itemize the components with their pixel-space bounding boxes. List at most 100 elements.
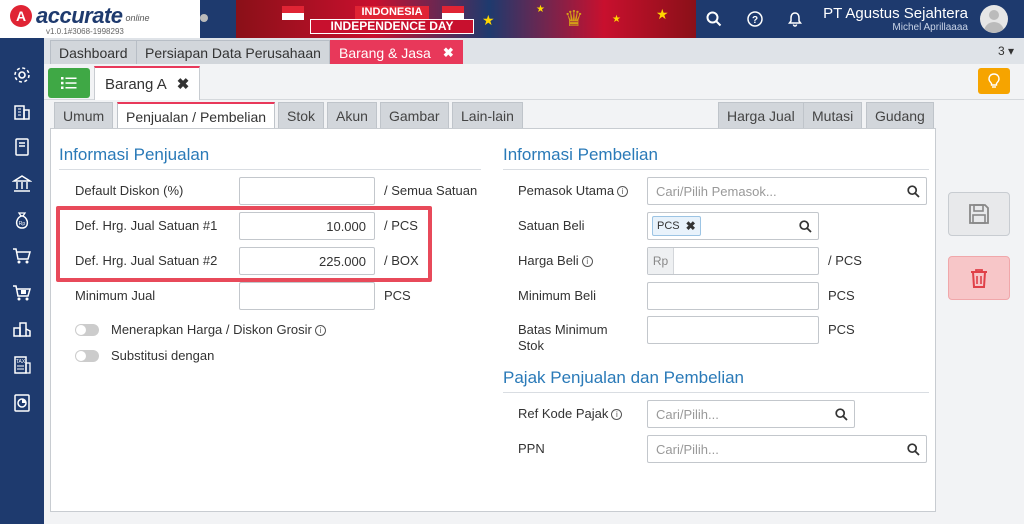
star-icon: ★ bbox=[482, 12, 495, 28]
minimum-jual-input[interactable] bbox=[239, 282, 375, 310]
star-icon: ★ bbox=[536, 4, 545, 15]
info-icon[interactable]: i bbox=[581, 256, 593, 267]
gear-icon[interactable] bbox=[10, 63, 34, 87]
cart-box-icon[interactable] bbox=[10, 281, 34, 305]
book-icon[interactable] bbox=[10, 135, 34, 159]
logo-text: accurate bbox=[36, 3, 123, 28]
label-minimum-beli: Minimum Beli bbox=[518, 288, 597, 303]
label-substitusi: Substitusi dengan bbox=[111, 348, 215, 363]
info-icon[interactable]: i bbox=[617, 186, 629, 197]
minimum-beli-input[interactable] bbox=[647, 282, 819, 310]
section-divider bbox=[59, 169, 481, 170]
label-default-diskon: Default Diskon (%) bbox=[75, 183, 184, 198]
search-icon bbox=[835, 408, 848, 421]
star-icon: ★ bbox=[656, 6, 669, 22]
flag-icon bbox=[282, 6, 304, 20]
delete-button[interactable] bbox=[948, 256, 1010, 300]
tab-count-dropdown[interactable]: 3 ▾ bbox=[998, 44, 1014, 58]
bank-icon[interactable] bbox=[10, 172, 34, 196]
app-version: v1.0.1#3068-1998293 bbox=[46, 27, 124, 36]
lightbulb-icon bbox=[988, 73, 1000, 88]
info-icon[interactable]: i bbox=[314, 325, 326, 336]
tab-akun[interactable]: Akun bbox=[327, 102, 377, 128]
list-icon bbox=[61, 77, 77, 89]
remove-chip-icon[interactable]: ✖ bbox=[686, 219, 696, 233]
building-icon[interactable] bbox=[10, 99, 34, 123]
satuan-beli-input[interactable]: PCS ✖ bbox=[647, 212, 819, 240]
bell-icon[interactable] bbox=[785, 9, 805, 29]
module-tabs: Dashboard Persiapan Data Perusahaan Bara… bbox=[44, 38, 1024, 64]
substitusi-toggle[interactable] bbox=[75, 350, 99, 362]
section-divider bbox=[503, 169, 929, 170]
save-button[interactable] bbox=[948, 192, 1010, 236]
section-title-pembelian: Informasi Pembelian bbox=[503, 145, 658, 164]
company-info[interactable]: PT Agustus Sejahtera Michel Aprillaaaa bbox=[823, 5, 968, 34]
floppy-icon bbox=[969, 204, 989, 224]
highlight-box bbox=[56, 206, 432, 282]
tab-umum[interactable]: Umum bbox=[54, 102, 114, 128]
tab-stok[interactable]: Stok bbox=[278, 102, 325, 128]
label-batas-minimum: Batas Minimum Stok bbox=[518, 322, 608, 353]
label-minimum-jual: Minimum Jual bbox=[75, 288, 156, 303]
main-content: Barang A ✖ Umum Penjualan / Pembelian St… bbox=[44, 64, 1024, 524]
svg-text:Rp: Rp bbox=[19, 221, 26, 227]
close-icon[interactable]: ✖ bbox=[443, 45, 454, 61]
label-harga-beli: Harga Beli i bbox=[518, 253, 593, 269]
user-name: Michel Aprillaaaa bbox=[892, 22, 968, 33]
tax-icon[interactable]: TAX bbox=[10, 353, 34, 377]
label-grosir: Menerapkan Harga / Diskon Grosir i bbox=[111, 322, 326, 338]
batas-minimum-suffix: PCS bbox=[828, 322, 855, 337]
money-bag-icon[interactable]: Rp bbox=[10, 208, 34, 232]
form-panel: Informasi Penjualan Default Diskon (%) /… bbox=[50, 128, 936, 512]
search-icon[interactable] bbox=[704, 9, 724, 29]
avatar[interactable] bbox=[980, 5, 1008, 33]
batas-minimum-input[interactable] bbox=[647, 316, 819, 344]
label-ref-kode-pajak: Ref Kode Pajak i bbox=[518, 406, 623, 422]
tip-button[interactable] bbox=[978, 68, 1010, 94]
subtabs: Umum Penjualan / Pembelian Stok Akun Gam… bbox=[44, 100, 1024, 129]
accurate-logo[interactable]: A accurate online v1.0.1#3068-1998293 bbox=[0, 0, 200, 38]
satuan-chip: PCS ✖ bbox=[652, 216, 701, 236]
tab-gambar[interactable]: Gambar bbox=[380, 102, 449, 128]
flag-icon bbox=[442, 6, 464, 20]
close-icon[interactable]: ✖ bbox=[177, 75, 190, 93]
help-icon[interactable]: ? bbox=[745, 9, 765, 29]
label-satuan-beli: Satuan Beli bbox=[518, 218, 585, 233]
grosir-toggle[interactable] bbox=[75, 324, 99, 336]
list-button[interactable] bbox=[48, 68, 90, 98]
ref-kode-pajak-input[interactable]: Cari/Pilih... bbox=[647, 400, 855, 428]
document-bar: Barang A ✖ bbox=[44, 64, 1024, 100]
section-title-pajak: Pajak Penjualan dan Pembelian bbox=[503, 368, 745, 387]
cart-icon[interactable] bbox=[10, 244, 34, 268]
harga-beli-input[interactable]: Rp bbox=[647, 247, 819, 275]
tab-penjualan-pembelian[interactable]: Penjualan / Pembelian bbox=[117, 102, 276, 129]
search-icon bbox=[799, 220, 812, 233]
search-icon bbox=[907, 443, 920, 456]
logo-subtext: online bbox=[125, 13, 150, 23]
inventory-icon[interactable] bbox=[10, 317, 34, 341]
harga-beli-suffix: / PCS bbox=[828, 253, 862, 268]
tab-mutasi[interactable]: Mutasi bbox=[803, 102, 863, 128]
tab-gudang[interactable]: Gudang bbox=[866, 102, 934, 128]
tab-lain-lain[interactable]: Lain-lain bbox=[452, 102, 523, 128]
tab-dashboard[interactable]: Dashboard bbox=[50, 40, 137, 64]
svg-text:TAX: TAX bbox=[16, 359, 26, 365]
label-pemasok: Pemasok Utama i bbox=[518, 183, 629, 199]
trash-icon bbox=[971, 269, 987, 288]
sidebar: Rp TAX bbox=[0, 38, 44, 524]
default-diskon-input[interactable] bbox=[239, 177, 375, 205]
tab-harga-jual[interactable]: Harga Jual bbox=[718, 102, 804, 128]
svg-text:?: ? bbox=[752, 15, 758, 26]
pemasok-input[interactable]: Cari/Pilih Pemasok... bbox=[647, 177, 927, 205]
tab-persiapan-data[interactable]: Persiapan Data Perusahaan bbox=[136, 40, 330, 64]
label-ppn: PPN bbox=[518, 441, 545, 456]
tab-barang-jasa[interactable]: Barang & Jasa ✖ bbox=[330, 40, 463, 64]
company-name: PT Agustus Sejahtera bbox=[823, 5, 968, 22]
currency-prefix: Rp bbox=[648, 248, 674, 274]
ppn-input[interactable]: Cari/Pilih... bbox=[647, 435, 927, 463]
report-icon[interactable] bbox=[10, 391, 34, 415]
search-icon bbox=[907, 185, 920, 198]
section-title-penjualan: Informasi Penjualan bbox=[59, 145, 210, 164]
info-icon[interactable]: i bbox=[611, 409, 623, 420]
document-tab-barang-a[interactable]: Barang A ✖ bbox=[94, 66, 201, 100]
